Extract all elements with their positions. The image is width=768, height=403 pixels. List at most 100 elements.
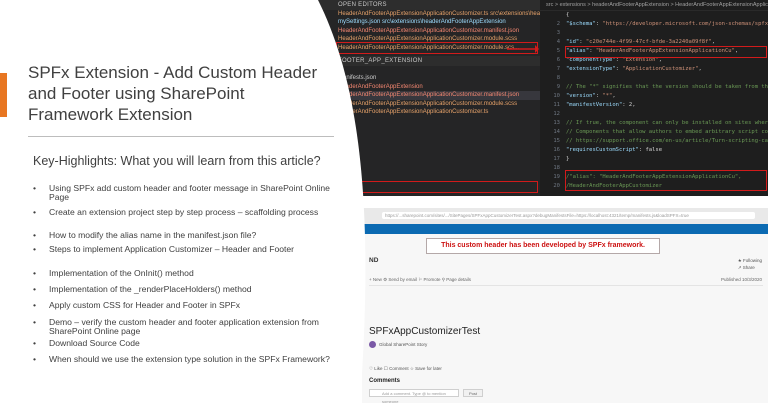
line-number: 8 <box>556 75 560 81</box>
key-highlights-heading: Key-Highlights: What you will learn from… <box>33 154 321 168</box>
highlight-item: Using SPFx add custom header and footer … <box>33 184 349 202</box>
code-token: // The "*" signifies that the version sh… <box>566 84 768 90</box>
code-token: : <box>579 39 586 45</box>
code-line: 15 // https://support.office.com/en-us/ar… <box>540 137 768 146</box>
line-number: 17 <box>553 156 560 162</box>
code-token: "extensionType" <box>566 66 616 72</box>
code-editor[interactable]: src > extensions > headerAndFooterAppExt… <box>540 0 768 196</box>
custom-header-banner: This custom header has been developed by… <box>426 238 660 254</box>
file-tree-item[interactable]: ... <box>300 66 540 74</box>
breadcrumb[interactable]: src > extensions > headerAndFooterAppExt… <box>540 0 768 11</box>
open-editor-item[interactable]: HeaderAndFooterAppExtensionApplicationCu… <box>300 27 540 35</box>
code-line: 17} <box>540 155 569 164</box>
code-area[interactable]: {2 "$schema": "https://developer.microsof… <box>540 11 768 196</box>
code-token: : false <box>638 147 663 153</box>
follow-share-group: ★ Following ↗ Share <box>738 257 762 271</box>
code-line: 7 "extensionType": "ApplicationCustomizer… <box>540 65 702 74</box>
suite-bar <box>362 224 768 234</box>
code-token: "id" <box>566 39 580 45</box>
line-number: 3 <box>556 30 560 36</box>
file-tree-item[interactable]: HeaderAndFooterAppExtensionApplicationCu… <box>300 100 540 108</box>
follow-button[interactable]: ★ Following <box>738 257 762 264</box>
command-bar[interactable]: + New ⚙ Send by email ⚐ Promote ⚲ Page d… <box>369 275 763 286</box>
file-tree-item[interactable]: manifests.json <box>300 74 540 82</box>
highlight-item: When should we use the extension type so… <box>33 355 349 365</box>
highlight-item: Demo – verify the custom header and foot… <box>33 318 349 336</box>
code-token: "requiresCustomScript" <box>566 147 639 153</box>
comment-input[interactable]: Add a comment. Type @ to mention someone <box>369 389 459 403</box>
site-name[interactable]: ND <box>369 257 378 264</box>
code-token: // Components that allow authors to embe… <box>566 129 768 135</box>
line-number: 10 <box>553 93 560 99</box>
file-tree-item[interactable]: HeaderAndFooterAppExtension <box>300 83 540 91</box>
code-token: // https://support.office.com/en-us/arti… <box>566 138 768 144</box>
code-line: { <box>540 11 569 20</box>
line-number: 11 <box>553 102 560 108</box>
code-line: 8 <box>540 74 566 83</box>
code-line: 14 // Components that allow authors to em… <box>540 128 768 137</box>
post-button[interactable]: Post <box>463 389 483 397</box>
sharepoint-screenshot: https://...sharepoint.com/sites/.../Site… <box>362 208 768 403</box>
author-line: Global SharePoint Story <box>369 341 427 349</box>
avatar <box>369 341 376 349</box>
file-tree-item[interactable]: HeaderAndFooterAppExtensionApplicationCu… <box>300 91 540 100</box>
line-number: 9 <box>556 84 560 90</box>
title-divider <box>28 136 334 137</box>
code-line: 10 "version": "*", <box>540 92 616 101</box>
open-editor-item[interactable]: HeaderAndFooterAppExtensionApplicationCu… <box>300 10 540 18</box>
line-number: 2 <box>556 21 560 27</box>
code-token: : 2, <box>622 102 636 108</box>
code-token: "c20e744e-4f99-47cf-bfde-3a2240a09f8f" <box>585 39 712 45</box>
line-number: 16 <box>553 147 560 153</box>
vscode-screenshot: OPEN EDITORS HeaderAndFooterAppExtension… <box>300 0 768 196</box>
highlight-item: Steps to implement Application Customize… <box>33 245 349 255</box>
red-arrow-icon <box>507 45 539 53</box>
line-number: 5 <box>556 48 560 54</box>
highlight-item: Download Source Code <box>33 339 349 349</box>
page-actions[interactable]: ♡ Like ☐ Comment ☆ Save for later <box>369 365 442 372</box>
highlight-item: Implementation of the _renderPlaceHolder… <box>33 285 349 295</box>
line-number: 6 <box>556 57 560 63</box>
highlight-item: Implementation of the OnInit() method <box>33 269 349 279</box>
slide: OPEN EDITORS HeaderAndFooterAppExtension… <box>0 0 768 403</box>
highlight-box-alias-note <box>565 170 767 191</box>
line-number: 18 <box>553 165 560 171</box>
code-token: "version" <box>566 93 596 99</box>
code-line: 12 <box>540 110 566 119</box>
explorer-panel: OPEN EDITORS HeaderAndFooterAppExtension… <box>300 0 540 196</box>
line-number: 20 <box>553 183 560 189</box>
line-number: 7 <box>556 66 560 72</box>
file-tree-item[interactable]: HeaderAndFooterAppExtensionApplicationCu… <box>300 108 540 116</box>
line-number: 14 <box>553 129 560 135</box>
slide-title: SPFx Extension - Add Custom Header and F… <box>28 63 318 124</box>
code-token: "*" <box>602 93 613 99</box>
address-bar[interactable]: https://...sharepoint.com/sites/.../Site… <box>382 212 755 219</box>
accent-bar <box>0 73 7 117</box>
code-token: { <box>566 12 570 18</box>
code-token: , <box>612 93 616 99</box>
comments-heading: Comments <box>369 378 401 384</box>
open-editor-item[interactable]: mySettings.json src\extensions\headerAnd… <box>300 18 540 26</box>
code-line: 13 // If true, the component can only be … <box>540 119 768 128</box>
highlight-item: Create an extension project step by step… <box>33 208 349 218</box>
code-token: "manifestVersion" <box>566 102 623 108</box>
highlight-box-manifest-file <box>336 181 538 193</box>
code-token: } <box>566 156 570 162</box>
code-line: 3 <box>540 29 566 38</box>
code-line: 16 "requiresCustomScript": false <box>540 146 662 155</box>
published-date: Published 10/3/2020 <box>720 277 762 282</box>
line-number: 15 <box>553 138 560 144</box>
code-line: 11 "manifestVersion": 2, <box>540 101 636 110</box>
folder-header[interactable]: FOOTER_APP_EXTENSION <box>300 56 540 67</box>
code-token: , <box>711 39 716 45</box>
code-line: 2 "$schema": "https://developer.microsoft… <box>540 20 768 29</box>
highlight-item: Apply custom CSS for Header and Footer i… <box>33 301 349 311</box>
line-number: 12 <box>553 111 560 117</box>
line-number: 13 <box>553 120 560 126</box>
code-token: , <box>698 66 702 72</box>
file-tree: ... manifests.json HeaderAndFooterAppExten… <box>300 66 540 116</box>
open-editors-header[interactable]: OPEN EDITORS <box>300 0 540 10</box>
browser-bar: https://...sharepoint.com/sites/.../Site… <box>362 208 768 224</box>
highlight-item: How to modify the alias name in the mani… <box>33 231 349 241</box>
share-button[interactable]: ↗ Share <box>738 264 762 271</box>
